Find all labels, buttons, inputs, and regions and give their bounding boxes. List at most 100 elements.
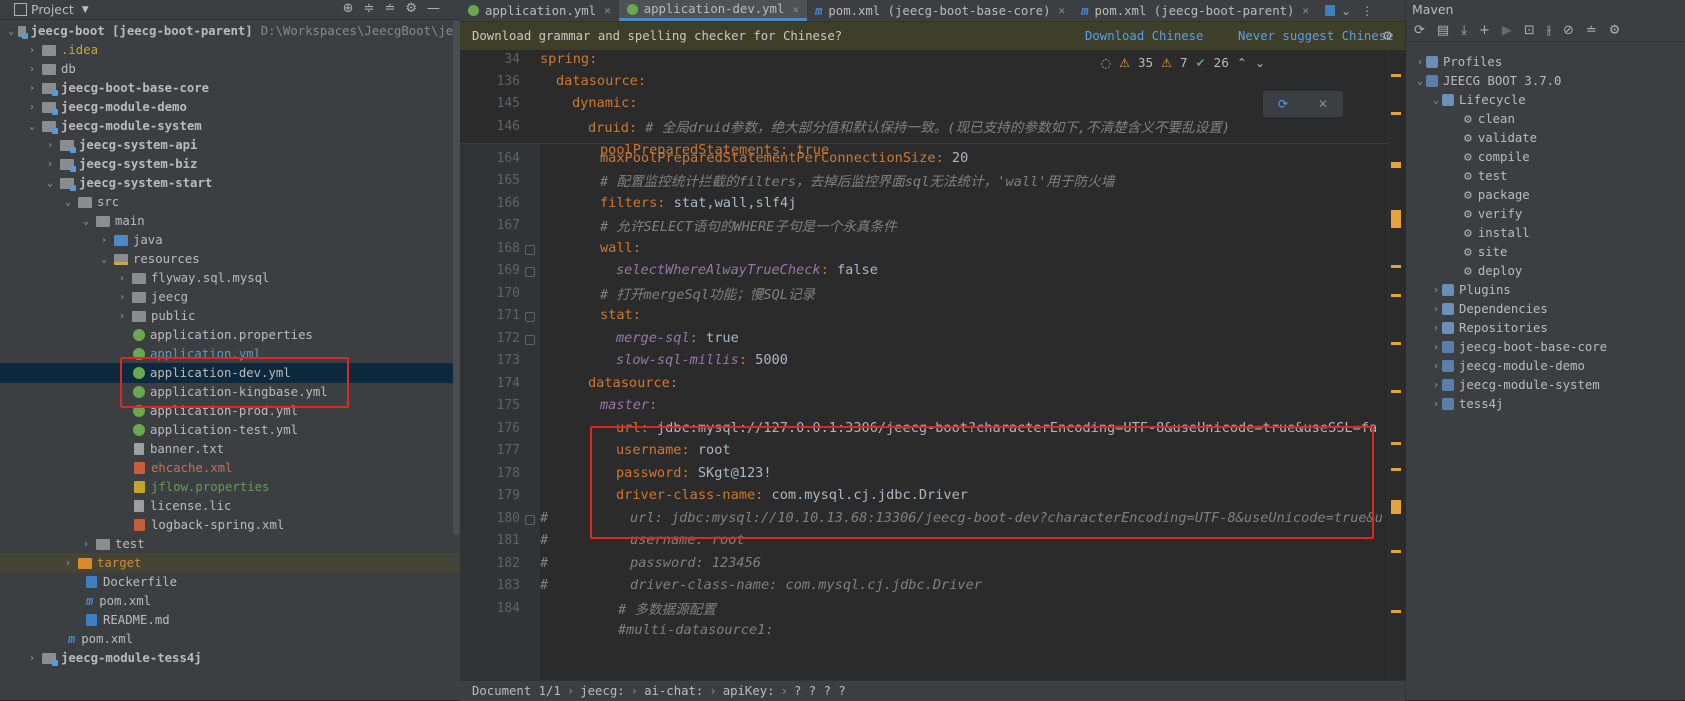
stripe-marker[interactable] xyxy=(1391,74,1401,77)
maven-item-dependencies[interactable]: › Dependencies xyxy=(1406,299,1548,319)
chevron-right-icon[interactable]: › xyxy=(26,83,38,94)
inspection-widget[interactable]: ◌ ⚠ 35 ⚠ 7 ✔ 26 ⌃ ⌄ xyxy=(1101,56,1265,70)
tree-item-pom-xml-module[interactable]: m pom.xml xyxy=(0,629,460,649)
editor-error-stripe[interactable] xyxy=(1388,50,1406,680)
chevron-down-icon[interactable]: ⌄ xyxy=(1341,4,1351,18)
close-icon[interactable]: ✕ xyxy=(1302,4,1309,17)
tree-item-jeecg[interactable]: › jeecg xyxy=(0,287,460,307)
breadcrumb-item[interactable]: jeecg: xyxy=(580,684,624,698)
maven-item-module-system[interactable]: › jeecg-module-system xyxy=(1406,375,1600,395)
chevron-down-icon[interactable]: ▼ xyxy=(82,5,89,15)
tree-item-base-core[interactable]: › jeecg-boot-base-core xyxy=(0,78,460,98)
maven-item-tess4j[interactable]: › tess4j xyxy=(1406,394,1503,414)
refresh-maven-icon[interactable]: ⟳ xyxy=(1278,97,1288,111)
run-icon[interactable]: ▶ xyxy=(1502,23,1512,38)
tree-item-module-demo[interactable]: › jeecg-module-demo xyxy=(0,97,460,117)
download-icon[interactable]: ⤓ xyxy=(1461,23,1467,38)
chevron-right-icon[interactable]: › xyxy=(1430,285,1442,296)
chevron-right-icon[interactable]: › xyxy=(26,45,38,56)
stripe-marker[interactable] xyxy=(1391,265,1401,268)
chevron-right-icon[interactable]: › xyxy=(116,311,128,322)
tree-item-java[interactable]: › java xyxy=(0,230,460,250)
chevron-right-icon[interactable]: › xyxy=(26,653,38,664)
fold-icon[interactable] xyxy=(525,515,535,525)
chevron-right-icon[interactable]: › xyxy=(26,102,38,113)
fold-icon[interactable] xyxy=(525,335,535,345)
chevron-right-icon[interactable]: › xyxy=(26,64,38,75)
chevron-right-icon[interactable]: › xyxy=(1430,342,1442,353)
stripe-marker[interactable] xyxy=(1391,610,1401,613)
maven-goal-install[interactable]: ⚙ install xyxy=(1406,223,1530,243)
chevron-down-icon[interactable]: ⌄ xyxy=(1430,95,1442,106)
chevron-down-icon[interactable]: ⌄ xyxy=(26,121,38,132)
maven-goal-site[interactable]: ⚙ site xyxy=(1406,242,1507,262)
chevron-right-icon[interactable]: › xyxy=(62,558,74,569)
chevron-down-icon[interactable]: ⌄ xyxy=(1414,76,1426,87)
maven-goal-deploy[interactable]: ⚙ deploy xyxy=(1406,261,1522,281)
maven-item-repositories[interactable]: › Repositories xyxy=(1406,318,1548,338)
maven-item-profiles[interactable]: › Profiles xyxy=(1406,52,1502,72)
chevron-right-icon[interactable]: › xyxy=(116,273,128,284)
stripe-marker[interactable] xyxy=(1391,442,1401,445)
maven-goal-package[interactable]: ⚙ package xyxy=(1406,185,1530,205)
chevron-right-icon[interactable]: › xyxy=(1430,399,1442,410)
maven-goal-validate[interactable]: ⚙ validate xyxy=(1406,128,1537,148)
collapse-all-icon[interactable]: ≐ xyxy=(384,1,395,16)
tab-pom-parent[interactable]: m pom.xml (jeecg-boot-parent) ✕ xyxy=(1073,0,1317,21)
tree-item-resources[interactable]: ⌄ resources xyxy=(0,249,460,269)
reload-icon[interactable]: ⟳ xyxy=(1414,23,1425,38)
chevron-down-icon[interactable]: ⌄ xyxy=(1255,56,1265,70)
tree-item-main[interactable]: ⌄ main xyxy=(0,211,460,231)
toggle-offline-icon[interactable]: ⫲ xyxy=(1547,23,1551,38)
stripe-marker[interactable] xyxy=(1391,550,1401,553)
close-icon[interactable]: ✕ xyxy=(604,4,611,17)
chevron-right-icon[interactable]: › xyxy=(80,539,92,550)
fold-icon[interactable] xyxy=(525,312,535,322)
tree-item-test[interactable]: › test xyxy=(0,534,460,554)
tree-item-module-system[interactable]: ⌄ jeecg-module-system xyxy=(0,116,460,136)
eye-off-icon[interactable]: ◌ xyxy=(1101,56,1111,70)
maven-item-base-core[interactable]: › jeecg-boot-base-core xyxy=(1406,337,1607,357)
chevron-right-icon[interactable]: › xyxy=(44,140,56,151)
close-icon[interactable]: ✕ xyxy=(792,3,799,16)
tree-item-dockerfile[interactable]: Dockerfile xyxy=(0,572,460,592)
chevron-right-icon[interactable]: › xyxy=(44,159,56,170)
tree-item-public[interactable]: › public xyxy=(0,306,460,326)
expand-all-icon[interactable]: ≑ xyxy=(364,1,375,16)
tab-pom-base-core[interactable]: m pom.xml (jeecg-boot-base-core) ✕ xyxy=(807,0,1073,21)
tree-item-readme[interactable]: README.md xyxy=(0,610,460,630)
tree-item-db[interactable]: › db xyxy=(0,59,460,79)
stripe-marker[interactable] xyxy=(1391,500,1401,514)
project-view-icon[interactable] xyxy=(14,3,27,16)
settings-icon[interactable]: ⚙ xyxy=(1609,23,1621,38)
tab-application-yml[interactable]: application.yml ✕ xyxy=(460,0,619,21)
maven-goal-verify[interactable]: ⚙ verify xyxy=(1406,204,1522,224)
maven-item-project[interactable]: ⌄ JEECG BOOT 3.7.0 xyxy=(1406,71,1561,91)
chevron-right-icon[interactable]: › xyxy=(1414,57,1426,68)
maven-goal-test[interactable]: ⚙ test xyxy=(1406,166,1507,186)
gear-icon[interactable]: ⚙ xyxy=(405,1,417,16)
tree-item-target[interactable]: › target xyxy=(0,553,460,573)
stripe-marker[interactable] xyxy=(1391,294,1401,297)
stripe-marker[interactable] xyxy=(1391,162,1401,168)
project-title[interactable]: Project xyxy=(31,2,74,17)
tree-item-flyway[interactable]: › flyway.sql.mysql xyxy=(0,268,460,288)
stripe-marker[interactable] xyxy=(1391,342,1401,345)
tree-item-idea[interactable]: › .idea xyxy=(0,40,460,60)
stripe-marker[interactable] xyxy=(1391,468,1401,471)
locate-icon[interactable]: ⊕ xyxy=(343,1,354,16)
project-scrollbar[interactable] xyxy=(453,20,460,535)
tree-item-app-properties[interactable]: application.properties xyxy=(0,325,460,345)
generate-sources-icon[interactable]: ▤ xyxy=(1437,23,1449,38)
close-icon[interactable]: ✕ xyxy=(1059,4,1066,17)
collapse-icon[interactable]: ≐ xyxy=(1586,23,1597,38)
maven-item-module-demo[interactable]: › jeecg-module-demo xyxy=(1406,356,1585,376)
maven-item-plugins[interactable]: › Plugins xyxy=(1406,280,1511,300)
tree-item-banner-txt[interactable]: banner.txt xyxy=(0,439,460,459)
stripe-marker[interactable] xyxy=(1391,210,1401,228)
chevron-right-icon[interactable]: › xyxy=(1430,380,1442,391)
gear-icon[interactable]: ⚙ xyxy=(1382,29,1393,43)
hide-icon[interactable]: — xyxy=(427,1,440,16)
tree-item-ehcache-xml[interactable]: ehcache.xml xyxy=(0,458,460,478)
chevron-down-icon[interactable]: ⌄ xyxy=(80,216,92,227)
